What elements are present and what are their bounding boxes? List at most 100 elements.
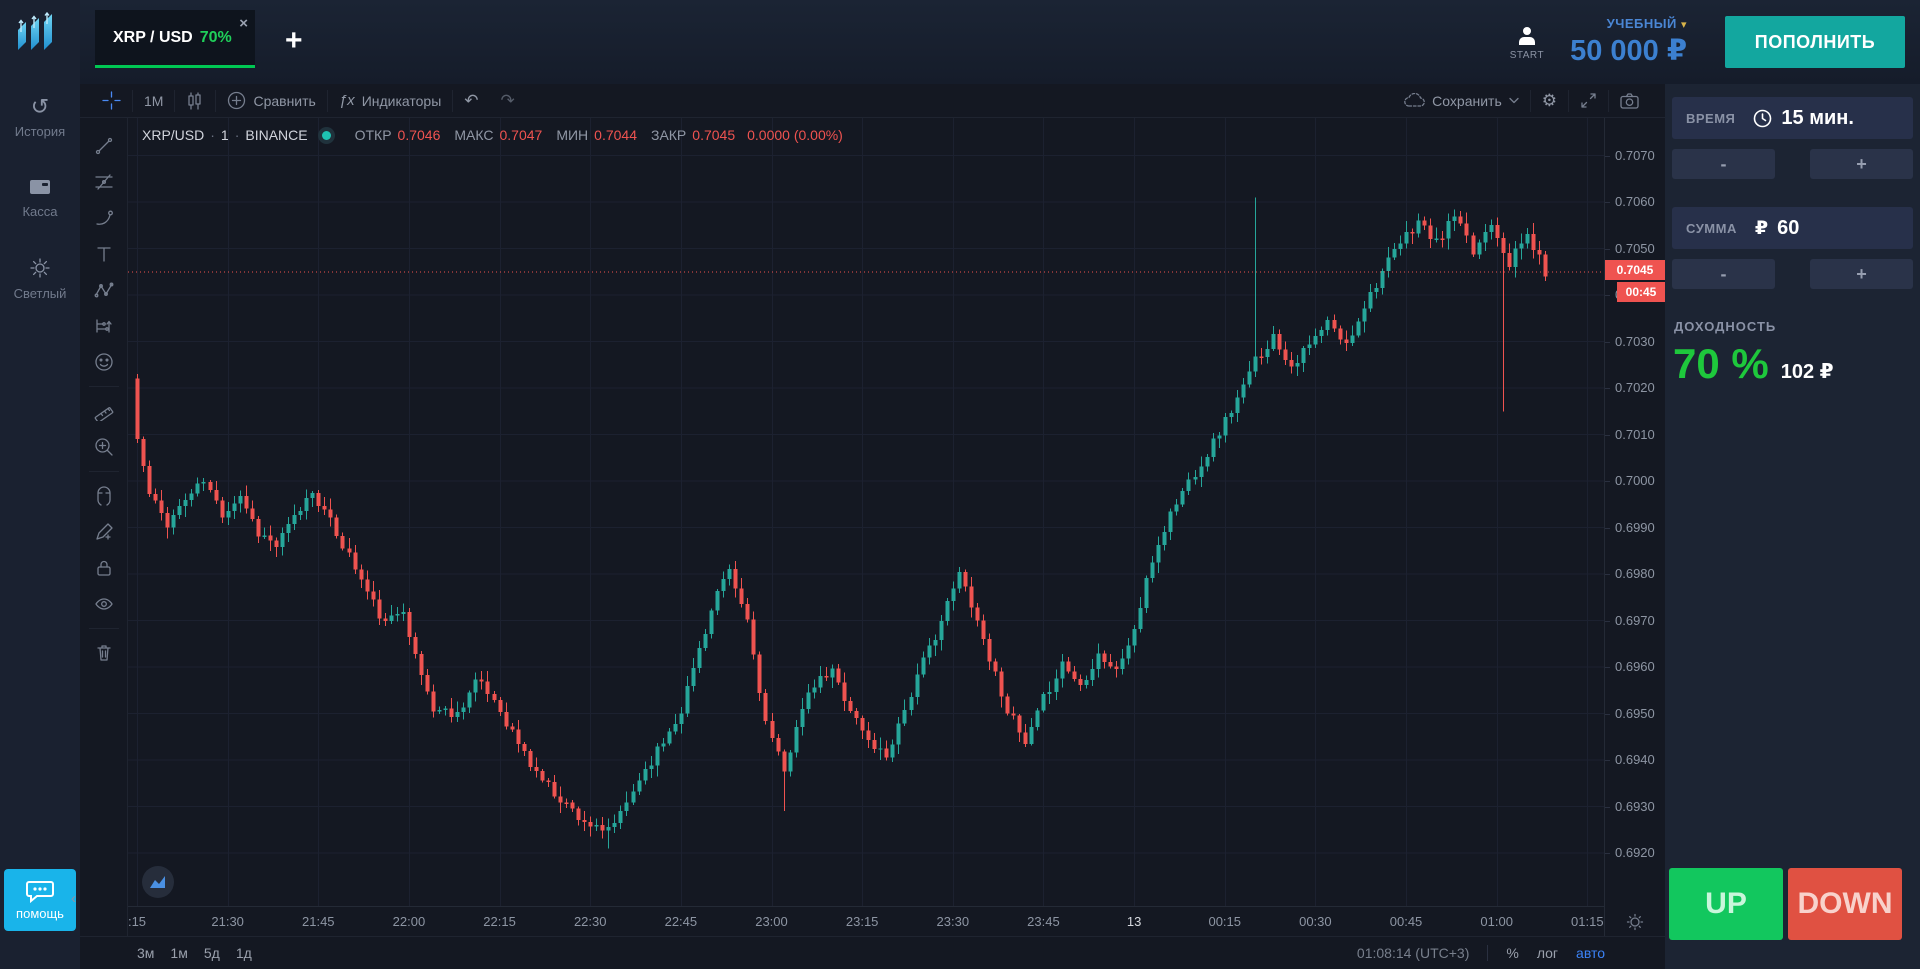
time-steppers: - + (1672, 149, 1913, 179)
ohlc-label: МИН (556, 127, 588, 143)
ohlc-label: МАКС (454, 127, 493, 143)
magnet-tool[interactable] (80, 478, 127, 514)
trade-panel: ВРЕМЯ 15 мин. - + СУММА ₽ (1665, 84, 1920, 969)
cloud-icon (1403, 93, 1425, 108)
interval-button[interactable]: 1M (133, 84, 174, 117)
account-balance: 50 000 ₽ (1570, 33, 1687, 68)
lock-drawings-tool[interactable] (80, 550, 127, 586)
sidebar-item-theme[interactable]: Светлый (0, 257, 80, 301)
chart-type-button[interactable] (175, 84, 215, 117)
amount-plus-button[interactable]: + (1810, 259, 1913, 289)
asset-tab[interactable]: XRP / USD 70% × (95, 10, 255, 68)
add-tab-button[interactable]: + (285, 26, 303, 56)
sidebar: ↺ История Касса Светлый помощь (0, 0, 80, 969)
time-axis[interactable]: :1521:3021:4522:0022:1522:3022:4523:0023… (128, 906, 1604, 936)
ohlc-label: ОТКР (355, 127, 392, 143)
sidebar-item-label: Светлый (14, 286, 67, 301)
clock-readout[interactable]: 01:08:14 (UTC+3) (1357, 945, 1469, 961)
toolbar-divider (89, 386, 119, 387)
start-user-button[interactable]: START (1510, 24, 1544, 61)
brush-tool[interactable] (80, 200, 127, 236)
trend-line-tool[interactable] (80, 128, 127, 164)
time-axis-tick: 00:30 (1299, 914, 1332, 929)
remove-drawings-tool[interactable] (80, 635, 127, 671)
close-icon[interactable]: × (239, 15, 248, 32)
deposit-button[interactable]: ПОПОЛНИТЬ (1725, 16, 1905, 68)
percent-scale-button[interactable]: % (1506, 945, 1518, 961)
time-plus-button[interactable]: + (1810, 149, 1913, 179)
time-axis-tick: 23:30 (937, 914, 970, 929)
help-button[interactable]: помощь (4, 869, 76, 931)
sidebar-item-cashier[interactable]: Касса (0, 177, 80, 219)
screenshot-button[interactable] (1609, 84, 1650, 117)
emoji-tool[interactable] (80, 344, 127, 380)
price-axis-tick: 0.6930 (1615, 799, 1655, 814)
chat-icon (25, 879, 55, 903)
price-axis-tick: 0.6960 (1615, 659, 1655, 674)
amount-field[interactable]: СУММА ₽ 60 (1672, 207, 1913, 249)
ohlc-value: 0.7046 (398, 127, 441, 143)
auto-scale-button[interactable]: авто (1576, 945, 1605, 961)
sidebar-item-label: Касса (22, 204, 57, 219)
axis-settings-button[interactable] (1605, 907, 1665, 936)
drawing-mode-tool[interactable] (80, 514, 127, 550)
save-layout-button[interactable]: Сохранить (1392, 84, 1530, 117)
redo-button[interactable]: ↷ (490, 84, 526, 117)
time-axis-tick: 13 (1127, 914, 1141, 929)
plot-area[interactable]: XRP/USD · 1 · BINANCE ОТКР 0.7046 МАКС 0… (128, 118, 1604, 936)
account-switcher[interactable]: УЧЕБНЫЙ ▾ 50 000 ₽ (1570, 16, 1687, 68)
candlestick-chart[interactable] (128, 118, 1604, 906)
measure-tool[interactable] (80, 393, 127, 429)
ohlc-label: ЗАКР (651, 127, 686, 143)
price-axis-tick: 0.7030 (1615, 334, 1655, 349)
fullscreen-button[interactable] (1569, 84, 1608, 117)
hide-drawings-tool[interactable] (80, 586, 127, 622)
sun-icon (29, 257, 51, 279)
wallet-icon (28, 177, 52, 197)
range-button-1m[interactable]: 1м (170, 945, 187, 961)
zoom-in-tool[interactable] (80, 429, 127, 465)
user-icon (1515, 24, 1539, 48)
time-axis-tick: 22:15 (483, 914, 516, 929)
log-scale-button[interactable]: лог (1537, 945, 1558, 961)
time-axis-tick: 22:00 (393, 914, 426, 929)
range-button-1d[interactable]: 1д (236, 945, 252, 961)
time-field[interactable]: ВРЕМЯ 15 мин. (1672, 97, 1913, 139)
amount-minus-button[interactable]: - (1672, 259, 1775, 289)
amount-label: СУММА (1686, 221, 1737, 236)
range-button-3m[interactable]: 3м (137, 945, 154, 961)
collapse-toolbar-handle[interactable]: ‹ (71, 890, 76, 907)
fx-icon: ƒx (339, 92, 355, 109)
legend-exchange: BINANCE (245, 127, 307, 143)
forecast-tool[interactable] (80, 308, 127, 344)
fib-tool[interactable] (80, 164, 127, 200)
crosshair-tool-button[interactable] (91, 84, 132, 117)
time-axis-tick: 23:00 (755, 914, 788, 929)
legend-symbol[interactable]: XRP/USD (142, 127, 204, 143)
candles-icon (186, 92, 204, 110)
price-axis-tick: 0.6950 (1615, 706, 1655, 721)
compare-button[interactable]: Сравнить (216, 84, 326, 117)
payout-label: ДОХОДНОСТЬ (1674, 319, 1920, 334)
maximize-chart-button[interactable] (142, 866, 174, 898)
toolbar-divider (89, 471, 119, 472)
price-axis[interactable]: 0.70700.70600.70500.70400.70300.70200.70… (1604, 118, 1665, 936)
xabcd-pattern-tool[interactable] (80, 272, 127, 308)
trade-buttons: UP DOWN (1669, 868, 1902, 940)
indicators-button[interactable]: ƒx Индикаторы (328, 84, 452, 117)
time-axis-tick: 22:45 (665, 914, 698, 929)
range-button-5d[interactable]: 5д (204, 945, 220, 961)
ohlc-value: 0.7044 (594, 127, 637, 143)
undo-button[interactable]: ↶ (453, 84, 489, 117)
text-tool[interactable] (80, 236, 127, 272)
price-axis-tick: 0.6980 (1615, 566, 1655, 581)
time-axis-tick: 01:00 (1480, 914, 1513, 929)
sidebar-item-history[interactable]: ↺ История (0, 97, 80, 139)
down-button[interactable]: DOWN (1788, 868, 1902, 940)
up-button[interactable]: UP (1669, 868, 1783, 940)
price-axis-tick: 0.6990 (1615, 520, 1655, 535)
toolbar-divider (89, 628, 119, 629)
chart-settings-button[interactable]: ⚙ (1531, 84, 1568, 117)
time-axis-tick: :15 (128, 914, 146, 929)
time-minus-button[interactable]: - (1672, 149, 1775, 179)
